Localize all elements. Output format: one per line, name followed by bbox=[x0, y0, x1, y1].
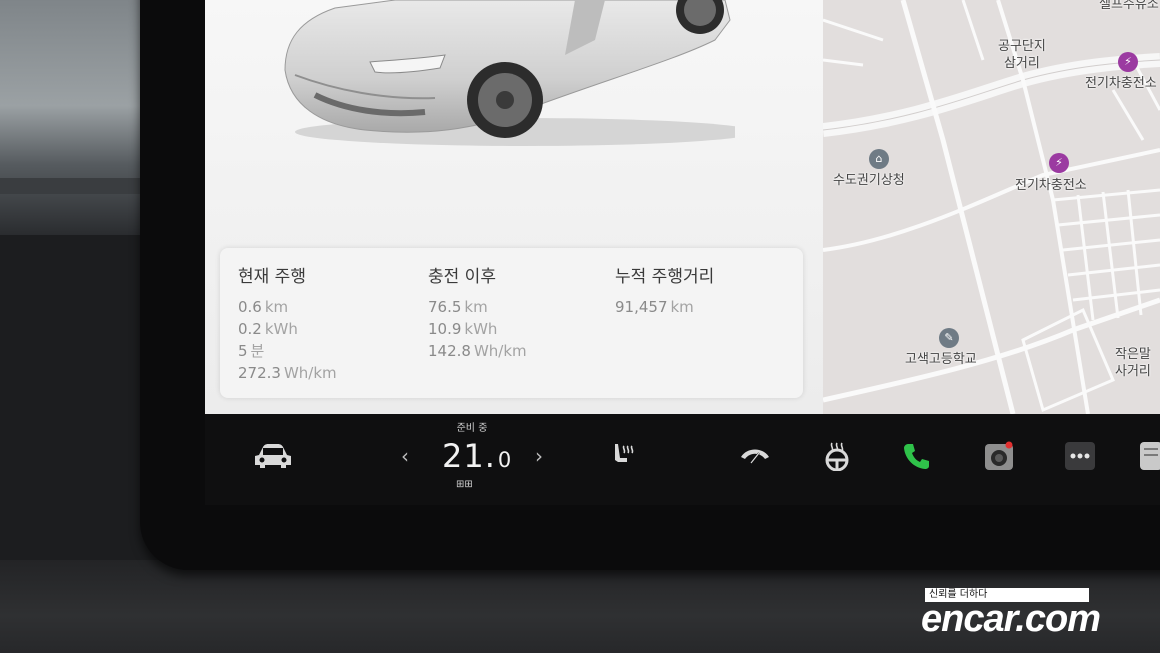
more-icon bbox=[1065, 442, 1095, 470]
odometer-column: 누적 주행거리 91,457 km bbox=[615, 262, 714, 318]
camera-button[interactable] bbox=[979, 438, 1019, 474]
map-label-gonggudanji: 공구단지 삼거리 bbox=[998, 39, 1046, 71]
cabin-temperature[interactable]: 21.0 bbox=[442, 437, 512, 475]
current-trip-duration: 5분 bbox=[238, 342, 265, 360]
trip-statistics-card: 현재 주행 0.6 km 0.2 kWh 5분 272.3 Wh/km 충전 이후 7… bbox=[220, 248, 803, 398]
seat-heater-icon bbox=[615, 444, 634, 462]
watermark-logo: encar.com bbox=[921, 598, 1101, 640]
wiper-icon bbox=[741, 449, 769, 464]
current-trip-column: 현재 주행 0.6 km 0.2 kWh 5분 272.3 Wh/km bbox=[238, 262, 337, 384]
since-charge-distance: 76.5 km bbox=[428, 298, 488, 316]
phone-icon bbox=[904, 444, 929, 469]
steering-wheel-heater-icon bbox=[825, 442, 849, 471]
map-label-metropolitan-weather-office: 수도권기상청 bbox=[833, 173, 905, 188]
wiper-button[interactable] bbox=[735, 438, 775, 474]
phone-button[interactable] bbox=[897, 438, 937, 474]
ev-charging-icon[interactable]: ⚡ bbox=[1118, 52, 1138, 72]
map-label-ev-station-1: 전기차충전소 bbox=[1085, 76, 1157, 91]
bottom-control-bar: ‹ 준비 중 21.0 ⊞⊞ › bbox=[205, 414, 1160, 505]
current-trip-distance: 0.6 km bbox=[238, 298, 289, 316]
map-label-ev-station-2: 전기차충전소 bbox=[1015, 178, 1087, 193]
touchscreen: 현재 주행 0.6 km 0.2 kWh 5분 272.3 Wh/km 충전 이후 7… bbox=[205, 0, 1160, 505]
notes-icon bbox=[1140, 442, 1160, 470]
vehicle-render bbox=[284, 0, 735, 146]
more-apps-button[interactable] bbox=[1060, 438, 1100, 474]
seat-heater-button[interactable] bbox=[603, 438, 643, 474]
steering-heater-button[interactable] bbox=[817, 438, 857, 474]
dashboard-background bbox=[0, 0, 150, 235]
temperature-up-button[interactable]: › bbox=[535, 444, 543, 468]
government-building-icon[interactable]: ⌂ bbox=[869, 149, 889, 169]
camera-icon bbox=[985, 441, 1013, 470]
odometer-value: 91,457 km bbox=[615, 298, 694, 316]
current-trip-title: 현재 주행 bbox=[238, 267, 306, 287]
since-charge-energy: 10.9 kWh bbox=[428, 320, 498, 338]
since-charge-title: 충전 이후 bbox=[428, 267, 496, 287]
ev-charging-icon[interactable]: ⚡ bbox=[1049, 153, 1069, 173]
current-trip-efficiency: 272.3 Wh/km bbox=[238, 364, 337, 382]
odometer-title: 누적 주행거리 bbox=[615, 267, 715, 287]
car-icon bbox=[255, 444, 291, 468]
since-charge-efficiency: 142.8 Wh/km bbox=[428, 342, 527, 360]
map-label-goseak-high-school: 고색고등학교 bbox=[905, 352, 977, 367]
since-charge-column: 충전 이후 76.5 km 10.9 kWh 142.8 Wh/km bbox=[428, 262, 527, 362]
defrost-icon[interactable]: ⊞⊞ bbox=[456, 479, 473, 490]
navigation-map[interactable]: 셀프주유소 공구단지 삼거리 ⚡ 전기차충전소 ⌂ 수도권기상청 ⚡ 전기차충전… bbox=[823, 0, 1160, 414]
notes-button-partial[interactable] bbox=[1135, 438, 1160, 474]
car-controls-button[interactable] bbox=[253, 438, 293, 474]
map-label-self-gas-station: 셀프주유소 bbox=[1099, 0, 1159, 12]
car-status-panel: 현재 주행 0.6 km 0.2 kWh 5분 272.3 Wh/km 충전 이후 7… bbox=[205, 0, 823, 414]
school-icon[interactable]: ✎ bbox=[939, 328, 959, 348]
current-trip-energy: 0.2 kWh bbox=[238, 320, 298, 338]
climate-status-label: 준비 중 bbox=[456, 423, 488, 434]
map-roads bbox=[823, 0, 1160, 414]
temperature-down-button[interactable]: ‹ bbox=[401, 444, 409, 468]
map-label-jageunmal-intersection: 작은말 사거리 bbox=[1115, 347, 1151, 379]
